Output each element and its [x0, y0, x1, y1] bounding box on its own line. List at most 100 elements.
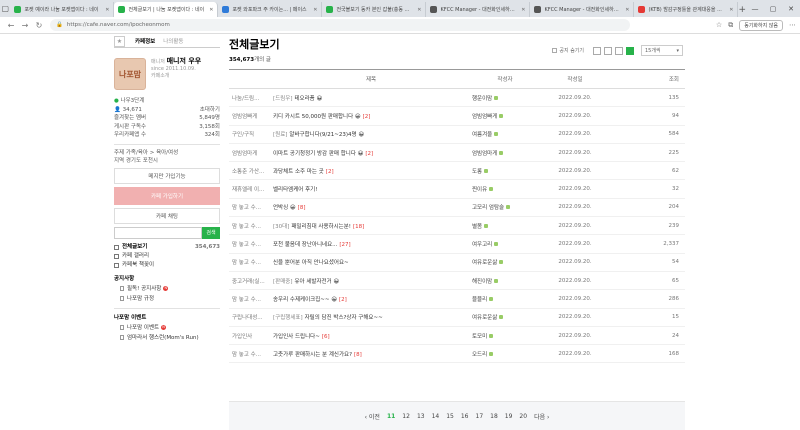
row-author[interactable]: 엄빔엄마게 — [472, 151, 497, 157]
list-view-icon[interactable] — [593, 46, 601, 55]
row-comment-count[interactable]: [8] — [298, 205, 306, 211]
browser-tab[interactable]: 포켓 와포파크 주 카이는... | 페이스 ✕ — [218, 2, 323, 17]
pager-page[interactable]: 18 — [490, 413, 498, 420]
row-author[interactable]: 여유로운삶 — [472, 260, 497, 266]
row-title[interactable]: 송우리 수제케이크집~~ 😀 — [273, 297, 337, 303]
back-icon[interactable]: ← — [4, 21, 18, 30]
row-comment-count[interactable]: [2] — [339, 297, 347, 303]
row-author[interactable]: 행운이맘 — [472, 96, 492, 102]
tab-close-icon[interactable]: ✕ — [519, 7, 525, 13]
row-comment-count[interactable]: [18] — [353, 224, 364, 230]
tab-close-icon[interactable]: ✕ — [415, 7, 421, 13]
row-category[interactable]: 맘 놓고 수... — [229, 289, 273, 309]
row-comment-count[interactable]: [2] — [365, 151, 373, 157]
new-tab-button[interactable]: + — [738, 2, 746, 17]
invite-link[interactable]: 초대하기 — [200, 106, 220, 115]
tab-close-icon[interactable]: ✕ — [207, 7, 213, 13]
row-author[interactable]: 엄빔엄빠게 — [472, 114, 497, 120]
row-title[interactable]: 패밀리침대 사용하시는분! — [291, 224, 351, 230]
board-item[interactable]: 나포맘 이벤트 N — [114, 323, 220, 333]
window-menu-icon[interactable]: ▢ — [0, 0, 10, 17]
row-category[interactable]: 가입인사 — [229, 326, 273, 346]
row-category[interactable]: 엄빔엄마게 — [229, 143, 273, 163]
row-author[interactable]: 찐이유 — [472, 187, 487, 193]
row-category[interactable]: 구인/구직 — [229, 125, 273, 144]
page-size-select[interactable]: 15개씩 ▾ — [641, 45, 683, 56]
sync-button[interactable]: 동기화하지 않음 — [739, 19, 783, 31]
row-comment-count[interactable]: [2] — [363, 114, 371, 120]
pager-page[interactable]: 19 — [505, 413, 513, 420]
row-category[interactable]: 중고거래(실... — [229, 271, 273, 291]
member-count[interactable]: 34,671 — [123, 107, 142, 113]
row-author[interactable]: 해진이맘 — [472, 279, 492, 285]
album-view-icon[interactable] — [604, 46, 612, 55]
maximize-icon[interactable]: ▢ — [764, 0, 782, 17]
row-category[interactable]: 맘 놓고 수... — [229, 234, 273, 254]
favorite-star-icon[interactable]: ☆ — [716, 21, 722, 29]
row-comment-count[interactable]: [2] — [326, 169, 334, 175]
row-title[interactable]: 자릴의 담진 박스?상자 구해요~~ — [305, 315, 383, 321]
pager-page[interactable]: 11 — [387, 413, 395, 420]
browser-tab[interactable]: 전체글보기 | 나눔 포켓앱이다 : 네이 ✕ — [114, 2, 219, 17]
pager-page[interactable]: 14 — [432, 413, 440, 420]
row-title[interactable]: 가입인사 드립니다~ — [273, 334, 320, 340]
sidebar-menu-item[interactable]: 전체글보기 354,673 — [114, 243, 220, 252]
browser-tab[interactable]: (KTB) 밤감구정틀을 관계대응을 ... ✕ — [634, 2, 739, 17]
tab-close-icon[interactable]: ✕ — [623, 7, 629, 13]
row-author[interactable]: 여우고리 — [472, 242, 492, 248]
row-category[interactable]: 맘 놓고 수... — [229, 216, 273, 236]
row-category[interactable]: 소통춘 가산... — [229, 161, 273, 181]
tab-close-icon[interactable]: ✕ — [103, 7, 109, 13]
row-title[interactable]: 포천 불음데 장난아니네요... — [273, 242, 337, 248]
minimize-icon[interactable]: — — [746, 0, 764, 17]
browser-tab[interactable]: KFCC Manager - 대전화인세하기 ... ✕ — [530, 2, 635, 17]
row-author[interactable]: 오드리 — [472, 352, 487, 358]
forward-icon[interactable]: → — [18, 21, 32, 30]
hide-notice-checkbox[interactable]: 공지 숨기기 — [552, 47, 584, 54]
pager-page[interactable]: 13 — [417, 413, 425, 420]
row-title[interactable]: 벨리타엠케어 후기! — [273, 187, 317, 193]
row-title[interactable]: 테오라픔 😀 — [294, 96, 322, 102]
browser-tab[interactable]: KFCC Manager - 대전화인세하기 ... ✕ — [426, 2, 531, 17]
pager-page[interactable]: 20 — [519, 413, 527, 420]
close-window-icon[interactable]: ✕ — [782, 0, 800, 17]
row-author[interactable]: 여름겨울 — [472, 132, 492, 138]
row-author[interactable]: 고모리 엄탐술 — [472, 205, 504, 211]
row-title[interactable]: 이마트 공기청정기 방감 판매 합니다 😀 — [273, 151, 363, 157]
row-category[interactable]: 맘 놓고 수... — [229, 253, 273, 272]
browser-tab[interactable]: 포켓 예이라 나눔 포켓앱이다 : 네이 ✕ — [10, 2, 115, 17]
row-author[interactable]: 여유로운삶 — [472, 315, 497, 321]
reload-icon[interactable]: ↻ — [32, 21, 46, 30]
sidebar-menu-item[interactable]: 카페북 책꽂이 — [114, 261, 220, 270]
pager-page[interactable]: 15 — [446, 413, 454, 420]
row-title[interactable]: 고춧가루 판매하시는 분 계신가요? — [273, 352, 352, 358]
row-title[interactable]: 과당체트 소주 마는 곳 — [273, 169, 324, 175]
browser-tab[interactable]: 전국볼보기 동카 본인 갑불(충동 ... ✕ — [322, 2, 427, 17]
row-author[interactable]: 별봄 — [472, 224, 482, 230]
cafe-intro-link[interactable]: 카페소개 — [151, 73, 201, 80]
sidebar-menu-item[interactable]: 카페 갤러리 — [114, 252, 220, 261]
row-author[interactable]: 도롱 — [472, 169, 482, 175]
tab-my-activity[interactable]: 나의활동 — [163, 37, 183, 45]
row-category[interactable]: 맘 놓고 수... — [229, 198, 273, 218]
board-item[interactable]: 필독! 공지사항 N — [114, 284, 220, 294]
manager-name[interactable]: 매니저 우우 — [167, 57, 202, 65]
row-category[interactable]: 나눔/드림... — [229, 88, 273, 108]
row-category[interactable]: 맘 놓고 수... — [229, 344, 273, 364]
row-author[interactable]: 토모미 — [472, 334, 487, 340]
row-category[interactable]: 재휴엘레 이... — [229, 179, 273, 199]
tab-close-icon[interactable]: ✕ — [727, 7, 733, 13]
row-title[interactable]: 언박싱 😀 — [273, 205, 296, 211]
pager-page[interactable]: 17 — [476, 413, 484, 420]
row-title[interactable]: 신을 뿐어분 아직 안나요셨어요~ — [273, 260, 349, 266]
star-icon[interactable]: ★ — [114, 35, 125, 47]
row-comment-count[interactable]: [8] — [354, 352, 362, 358]
search-button[interactable]: 검색 — [202, 226, 220, 239]
row-category[interactable]: 구립나대성... — [229, 308, 273, 327]
row-comment-count[interactable]: [27] — [339, 242, 350, 248]
row-title[interactable]: 유아 세발자전거 😀 — [294, 279, 339, 285]
row-category[interactable]: 엄빔엄빠게 — [229, 106, 273, 126]
tab-cafe-info[interactable]: 카페정보 — [135, 37, 155, 45]
pager-prev[interactable]: ‹ 이전 — [365, 412, 380, 421]
pager-page[interactable]: 16 — [461, 413, 469, 420]
